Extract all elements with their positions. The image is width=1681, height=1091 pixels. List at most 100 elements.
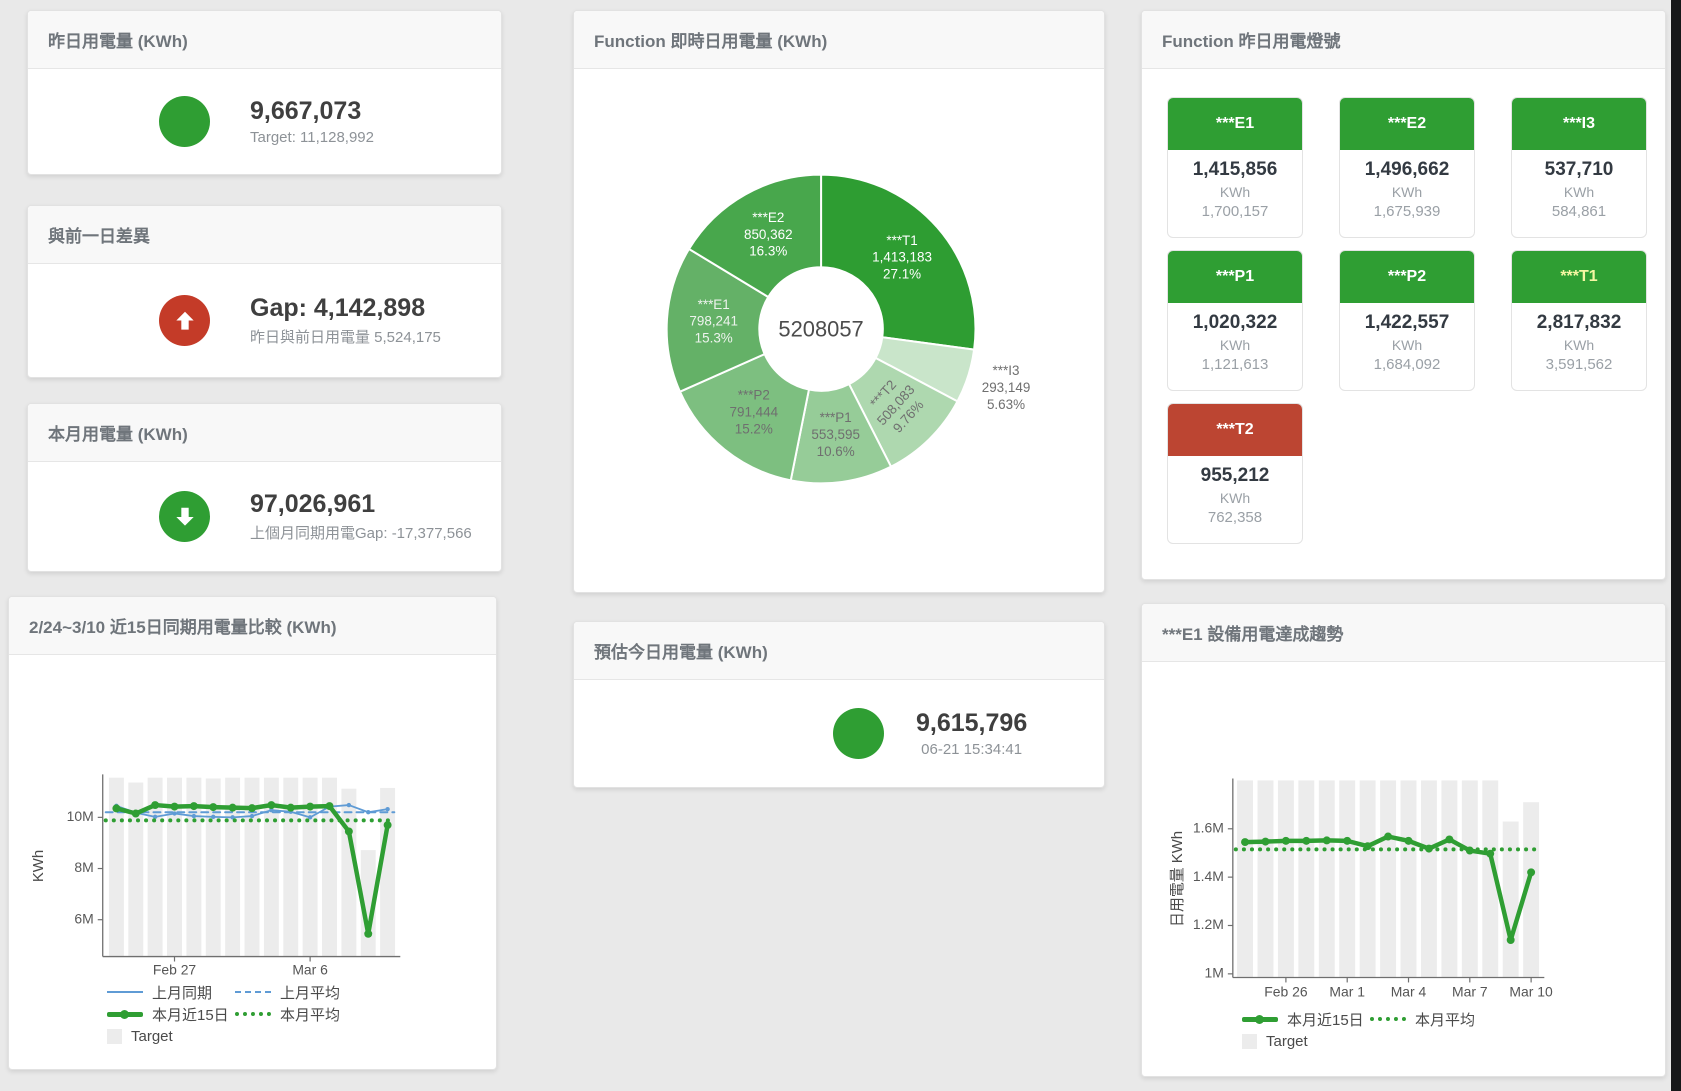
green-thick-legend-swatch-icon xyxy=(107,1012,143,1017)
legend-item[interactable]: 本月平均 xyxy=(1370,1009,1498,1030)
svg-text:***E2: ***E2 xyxy=(752,210,784,225)
estimate-timestamp: 06-21 15:34:41 xyxy=(916,741,1027,758)
light-tile-unit: KWh xyxy=(1168,490,1302,506)
legend-item[interactable]: 本月近15日 xyxy=(1242,1009,1370,1030)
month-usage-gap: 上個月同期用電Gap: -17,377,566 xyxy=(250,522,472,543)
gray-square-legend-swatch-icon xyxy=(1242,1034,1257,1049)
page-scrollbar[interactable] xyxy=(1671,0,1681,1091)
light-tile-unit: KWh xyxy=(1168,184,1302,200)
light-tile-target: 1,675,939 xyxy=(1340,203,1474,220)
svg-text:10.6%: 10.6% xyxy=(817,444,855,459)
light-tile-unit: KWh xyxy=(1340,184,1474,200)
energy-dashboard: 昨日用電量 (KWh) 9,667,073 Target: 11,128,992… xyxy=(0,0,1681,1091)
legend-item[interactable]: 本月平均 xyxy=(235,1004,363,1025)
lights-grid: ***E11,415,856KWh1,700,157***E21,496,662… xyxy=(1142,11,1665,579)
yesterday-usage-target: Target: 11,128,992 xyxy=(250,129,374,146)
yesterday-usage-value: 9,667,073 xyxy=(250,97,374,126)
green-status-circle-icon xyxy=(159,96,210,147)
card-title-e1-trend: ***E1 設備用電達成趨勢 xyxy=(1142,604,1665,662)
card-body-day-gap: Gap: 4,142,898 昨日與前日用電量 5,524,175 xyxy=(28,264,501,377)
card-day-gap: 與前一日差異 Gap: 4,142,898 昨日與前日用電量 5,524,175 xyxy=(27,205,502,378)
card-title-yesterday: 昨日用電量 (KWh) xyxy=(28,11,501,69)
svg-text:8M: 8M xyxy=(74,859,93,875)
svg-text:Feb 27: Feb 27 xyxy=(153,961,197,977)
estimate-today-value: 9,615,796 xyxy=(916,709,1027,738)
light-tile-target: 1,684,092 xyxy=(1340,356,1474,373)
gray-square-legend-swatch-icon xyxy=(107,1029,122,1044)
green-status-circle-icon xyxy=(833,708,884,759)
light-tile: ***P11,020,322KWh1,121,613 xyxy=(1167,250,1303,391)
svg-text:1.6M: 1.6M xyxy=(1193,819,1224,835)
legend-row: 上月同期 上月平均 xyxy=(107,981,363,1003)
card-body-yesterday: 9,667,073 Target: 11,128,992 xyxy=(28,69,501,174)
card-title-estimate: 預估今日用電量 (KWh) xyxy=(574,622,1104,680)
svg-text:5.63%: 5.63% xyxy=(987,397,1025,412)
day-gap-subtitle: 昨日與前日用電量 5,524,175 xyxy=(250,326,441,347)
svg-text:Feb 26: Feb 26 xyxy=(1264,983,1308,999)
light-tile-target: 3,591,562 xyxy=(1512,356,1646,373)
legend-item[interactable]: 上月平均 xyxy=(235,982,363,1003)
stat-row: 9,667,073 Target: 11,128,992 xyxy=(28,69,501,174)
svg-text:16.3%: 16.3% xyxy=(749,244,787,259)
stat-row: 9,615,796 06-21 15:34:41 xyxy=(574,680,1104,787)
legend-label: 上月同期 xyxy=(152,982,212,1003)
green-thick-legend-swatch-icon xyxy=(1242,1017,1278,1022)
svg-text:1,413,183: 1,413,183 xyxy=(872,250,932,265)
light-tile-value: 1,422,557 xyxy=(1340,312,1474,334)
legend-label: Target xyxy=(1266,1033,1308,1050)
compare-chart-legend: 上月同期 上月平均本月近15日 本月平均 Target xyxy=(107,981,363,1047)
svg-text:Mar 7: Mar 7 xyxy=(1452,983,1488,999)
svg-text:791,444: 791,444 xyxy=(730,405,779,420)
light-tile-target: 584,861 xyxy=(1512,203,1646,220)
svg-text:***E1: ***E1 xyxy=(698,297,730,312)
blue-dashed-legend-swatch-icon xyxy=(235,991,271,993)
svg-text:Mar 6: Mar 6 xyxy=(292,961,328,977)
svg-text:15.2%: 15.2% xyxy=(735,421,773,436)
card-month-usage: 本月用電量 (KWh) 97,026,961 上個月同期用電Gap: -17,3… xyxy=(27,403,502,572)
card-realtime-donut: Function 即時日用電量 (KWh) ***T1 1,413,183 27.1… xyxy=(573,10,1105,593)
light-tile-target: 1,700,157 xyxy=(1168,203,1302,220)
light-tile: ***E21,496,662KWh1,675,939 xyxy=(1339,97,1475,238)
light-tile-name: ***P2 xyxy=(1340,251,1474,303)
svg-text:***T1: ***T1 xyxy=(886,233,917,248)
stat-text: Gap: 4,142,898 昨日與前日用電量 5,524,175 xyxy=(250,294,441,347)
legend-label: Target xyxy=(131,1028,173,1045)
light-tile-value: 1,020,322 xyxy=(1168,312,1302,334)
legend-row: 本月近15日 本月平均 xyxy=(1242,1008,1498,1030)
light-tile-target: 762,358 xyxy=(1168,509,1302,526)
svg-text:5208057: 5208057 xyxy=(778,317,863,342)
stat-text: 9,615,796 06-21 15:34:41 xyxy=(916,709,1027,758)
svg-text:27.1%: 27.1% xyxy=(883,267,921,282)
light-tile-value: 1,496,662 xyxy=(1340,159,1474,181)
legend-item[interactable]: 本月近15日 xyxy=(107,1004,235,1025)
card-yesterday-usage: 昨日用電量 (KWh) 9,667,073 Target: 11,128,992 xyxy=(27,10,502,175)
green-dotted-legend-swatch-icon xyxy=(1370,1017,1406,1021)
light-tile-name: ***T1 xyxy=(1512,251,1646,303)
card-body-estimate: 9,615,796 06-21 15:34:41 xyxy=(574,680,1104,787)
legend-label: 本月近15日 xyxy=(152,1004,229,1025)
svg-text:Mar 10: Mar 10 xyxy=(1509,983,1553,999)
svg-text:KWh: KWh xyxy=(30,850,47,882)
card-body-compare-chart: 6M8M10MFeb 27Mar 6KWh 上月同期上月平均本月近15日本月平均… xyxy=(9,655,496,1069)
light-tile-value: 955,212 xyxy=(1168,465,1302,487)
legend-item[interactable]: Target xyxy=(107,1028,235,1045)
card-yesterday-lights: Function 昨日用電燈號 ***E11,415,856KWh1,700,1… xyxy=(1141,10,1666,580)
legend-label: 本月平均 xyxy=(1415,1009,1475,1030)
stat-row: 97,026,961 上個月同期用電Gap: -17,377,566 xyxy=(28,462,501,571)
card-title-realtime-donut: Function 即時日用電量 (KWh) xyxy=(574,11,1104,69)
legend-label: 本月平均 xyxy=(280,1004,340,1025)
light-tile: ***I3537,710KWh584,861 xyxy=(1511,97,1647,238)
trend-chart-legend: 本月近15日 本月平均 Target xyxy=(1242,1008,1498,1052)
legend-item[interactable]: 上月同期 xyxy=(107,982,235,1003)
light-tile-name: ***P1 xyxy=(1168,251,1302,303)
light-tile: ***T2955,212KWh762,358 xyxy=(1167,403,1303,544)
red-up-arrow-icon xyxy=(159,295,210,346)
legend-item[interactable]: Target xyxy=(1242,1033,1370,1050)
svg-text:Mar 1: Mar 1 xyxy=(1329,983,1365,999)
legend-row: Target xyxy=(107,1025,363,1047)
card-title-compare-15day: 2/24~3/10 近15日同期用電量比較 (KWh) xyxy=(9,597,496,655)
light-tile: ***P21,422,557KWh1,684,092 xyxy=(1339,250,1475,391)
stat-row: Gap: 4,142,898 昨日與前日用電量 5,524,175 xyxy=(28,264,501,377)
legend-label: 本月近15日 xyxy=(1287,1009,1364,1030)
light-tile-unit: KWh xyxy=(1512,184,1646,200)
